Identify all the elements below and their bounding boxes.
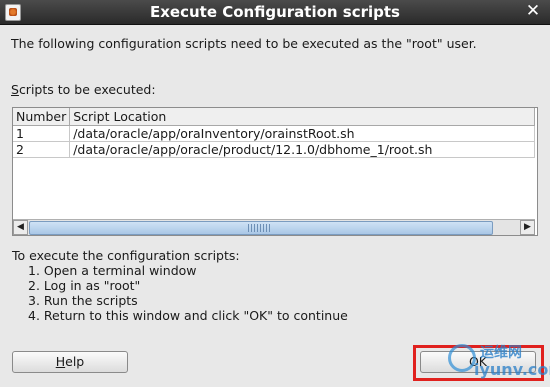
scripts-to-execute-label: Scripts to be executed:: [11, 82, 156, 97]
script-location-cell[interactable]: /data/oracle/app/oraInventory/orainstRoo…: [69, 125, 535, 142]
ok-button[interactable]: OK: [420, 351, 536, 373]
help-button-label: elp: [65, 354, 85, 369]
scroll-right-icon[interactable]: ▶: [520, 220, 535, 235]
row-number-cell[interactable]: 2: [13, 141, 71, 158]
title-bar: Execute Configuration scripts ✕: [0, 0, 550, 25]
column-header-script-location[interactable]: Script Location: [69, 108, 535, 126]
scripts-label-text: cripts to be executed:: [18, 82, 156, 97]
root-user-message: The following configuration scripts need…: [11, 36, 477, 51]
instruction-steps: 1. Open a terminal window 2. Log in as "…: [12, 263, 348, 323]
column-header-number[interactable]: Number: [13, 108, 71, 126]
table-row[interactable]: 1 /data/oracle/app/oraInventory/orainstR…: [13, 125, 535, 142]
instructions-heading: To execute the configuration scripts:: [12, 248, 240, 263]
scrollbar-grip: [248, 224, 272, 232]
scripts-table[interactable]: Number Script Location 1 /data/oracle/ap…: [12, 107, 538, 236]
scroll-left-icon[interactable]: ◀: [13, 220, 28, 235]
horizontal-scrollbar[interactable]: ◀ ▶: [13, 219, 535, 235]
scrollbar-thumb[interactable]: [29, 221, 493, 235]
script-location-cell[interactable]: /data/oracle/app/oracle/product/12.1.0/d…: [69, 141, 535, 158]
instruction-step: 4. Return to this window and click "OK" …: [28, 308, 348, 323]
instruction-step: 3. Run the scripts: [28, 293, 138, 308]
instruction-step: 1. Open a terminal window: [28, 263, 197, 278]
scripts-label-mnemonic: S: [11, 82, 19, 97]
instructions: To execute the configuration scripts: 1.…: [12, 248, 348, 323]
help-button[interactable]: Help: [12, 351, 128, 373]
row-number-cell[interactable]: 1: [13, 125, 71, 142]
window-title: Execute Configuration scripts: [150, 3, 400, 21]
close-icon[interactable]: ✕: [524, 2, 542, 20]
instruction-step: 2. Log in as "root": [28, 278, 141, 293]
help-mnemonic: H: [55, 354, 66, 369]
table-row[interactable]: 2 /data/oracle/app/oracle/product/12.1.0…: [13, 141, 535, 158]
